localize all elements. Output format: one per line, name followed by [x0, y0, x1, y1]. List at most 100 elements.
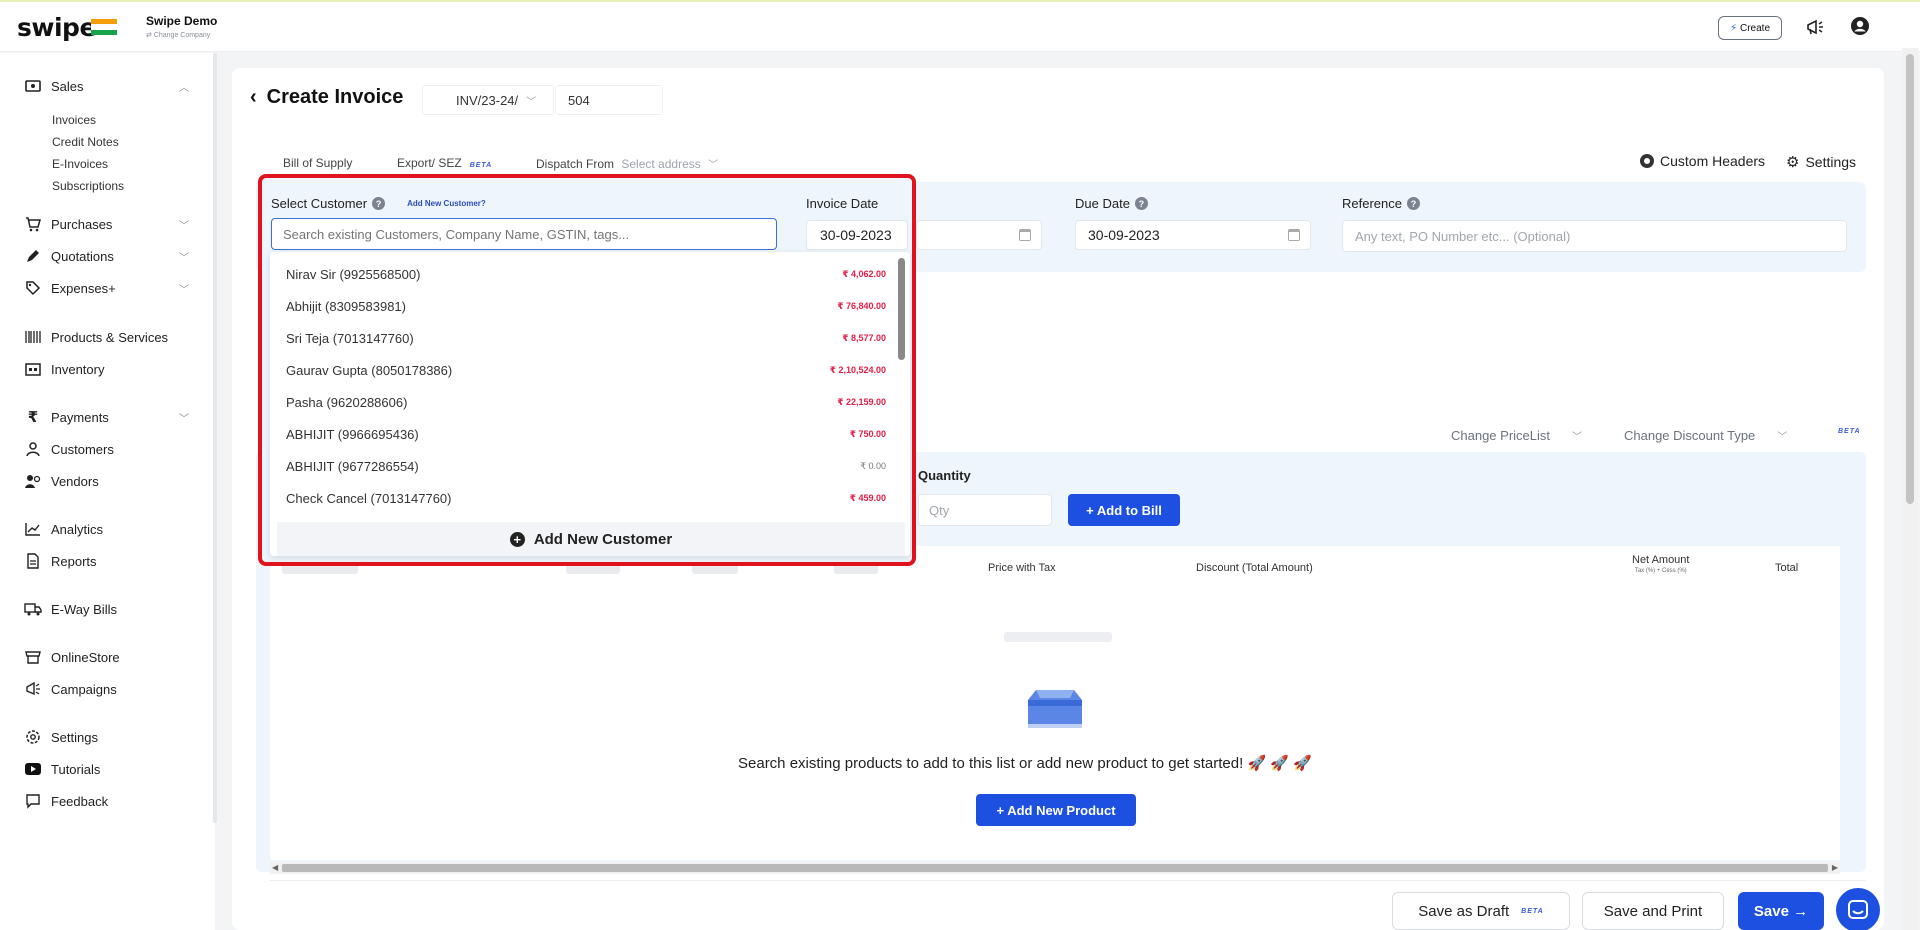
customer-option[interactable]: ABHIJIT (9677286554) ₹ 0.00: [286, 450, 886, 482]
scroll-right-icon[interactable]: ▶: [1832, 863, 1838, 872]
customer-dropdown-list: Nirav Sir (9925568500) ₹ 4,062.00 Abhiji…: [270, 252, 910, 556]
add-to-bill-button[interactable]: + Add to Bill: [1068, 494, 1180, 526]
back-chevron-icon[interactable]: ‹: [250, 86, 257, 109]
help-icon[interactable]: ?: [372, 197, 386, 210]
reference-input[interactable]: Any text, PO Number etc... (Optional): [1342, 220, 1847, 252]
add-new-customer-link[interactable]: Add New Customer?: [407, 199, 486, 208]
company-switcher[interactable]: Swipe Demo ⇄ Change Company: [146, 14, 217, 39]
customer-option[interactable]: Check Cancel (7013147760) ₹ 459.00: [286, 482, 886, 514]
quantity-input[interactable]: Qty: [918, 494, 1052, 526]
create-button-label: Create: [1740, 22, 1771, 34]
customer-option[interactable]: ABHIJIT (9966695436) ₹ 750.00: [286, 418, 886, 450]
invoice-date-field-overflow[interactable]: [916, 220, 1042, 250]
sidebar-scrollbar[interactable]: [213, 53, 217, 823]
chevron-down-icon: ﹀: [1777, 432, 1788, 443]
sidebar-item-label: Settings: [51, 729, 98, 745]
export-sez-toggle[interactable]: Export/ SEZ BETA: [397, 156, 492, 170]
invoice-date-input[interactable]: 30-09-2023: [806, 220, 908, 250]
sidebar-item-products[interactable]: Products & Services: [24, 327, 168, 347]
sidebar-item-customers[interactable]: Customers: [24, 439, 114, 459]
beta-badge: BETA: [1830, 428, 1861, 435]
customer-balance: ₹ 750.00: [849, 428, 886, 439]
beta-badge: BETA: [1521, 907, 1544, 915]
user-icon[interactable]: [1850, 16, 1870, 36]
sidebar-item-campaigns[interactable]: Campaigns: [24, 679, 117, 699]
customer-option[interactable]: Pasha (9620288606) ₹ 22,159.00: [286, 386, 886, 418]
help-icon[interactable]: ?: [1134, 197, 1148, 210]
sidebar-item-tutorials[interactable]: Tutorials: [24, 759, 100, 779]
col-total: Total: [1775, 562, 1799, 574]
change-discount-type-select[interactable]: Change Discount Type ﹀: [1624, 428, 1787, 443]
sidebar-item-sales[interactable]: Sales ︿: [24, 76, 189, 96]
sidebar-item-quotations[interactable]: Quotations ﹀: [24, 246, 189, 266]
sidebar-item-payments[interactable]: ₹ Payments ﹀: [24, 407, 189, 427]
chevron-down-icon[interactable]: ﹀: [179, 217, 189, 232]
sidebar-item-e-invoices[interactable]: E-Invoices: [52, 157, 108, 171]
custom-headers-link[interactable]: Custom Headers: [1640, 153, 1765, 169]
brand-logo[interactable]: swipe: [17, 13, 96, 42]
banknote-icon: [24, 77, 42, 95]
select-customer-label: Select Customer? Add New Customer?: [271, 196, 486, 211]
plus-circle-icon: [1640, 154, 1654, 168]
change-company-link[interactable]: ⇄ Change Company: [146, 31, 217, 39]
chevron-down-icon[interactable]: ﹀: [179, 410, 189, 425]
sidebar-item-credit-notes[interactable]: Credit Notes: [52, 135, 119, 149]
bolt-icon: ⚡: [1729, 22, 1737, 34]
page-vertical-scrollbar[interactable]: [1902, 48, 1918, 930]
customer-name: Abhijit (8309583981): [286, 298, 406, 314]
sidebar-item-eway-bills[interactable]: E-Way Bills: [24, 599, 117, 619]
sidebar-item-purchases[interactable]: Purchases ﹀: [24, 214, 189, 234]
sidebar-item-invoices[interactable]: Invoices: [52, 113, 96, 127]
beta-badge: BETA: [469, 162, 493, 169]
document-icon: [24, 552, 42, 570]
chevron-down-icon: ﹀: [708, 160, 719, 171]
due-date-value: 30-09-2023: [1088, 227, 1160, 243]
sidebar-item-expenses[interactable]: Expenses+ ﹀: [24, 278, 189, 298]
scrollbar-thumb[interactable]: [1906, 54, 1914, 504]
sidebar-item-settings[interactable]: Settings: [24, 727, 98, 747]
gear-icon: [24, 728, 42, 746]
add-new-customer-label: Add New Customer: [533, 530, 673, 548]
chevron-up-icon[interactable]: ︿: [179, 79, 189, 94]
invoice-number-input[interactable]: 504: [555, 85, 663, 115]
customer-search-input[interactable]: [271, 218, 777, 250]
save-and-print-button[interactable]: Save and Print: [1582, 892, 1724, 930]
sidebar-item-label: Feedback: [51, 793, 109, 809]
scroll-left-icon[interactable]: ◀: [272, 863, 278, 872]
bill-of-supply-toggle[interactable]: Bill of Supply: [283, 156, 352, 170]
help-icon[interactable]: ?: [1406, 197, 1420, 210]
save-as-draft-button[interactable]: Save as Draft BETA: [1392, 892, 1570, 930]
chat-widget[interactable]: [1836, 888, 1880, 930]
change-pricelist-select[interactable]: Change PriceList ﹀: [1451, 428, 1582, 443]
dispatch-from-select[interactable]: Dispatch From Select address ﹀: [536, 156, 718, 171]
sidebar-item-vendors[interactable]: Vendors: [24, 471, 99, 491]
megaphone-icon[interactable]: [1805, 18, 1825, 36]
sidebar-item-feedback[interactable]: Feedback: [24, 791, 108, 811]
add-new-customer-button[interactable]: + Add New Customer: [277, 522, 905, 556]
customer-option[interactable]: Nirav Sir (9925568500) ₹ 4,062.00: [286, 258, 886, 290]
sidebar-item-analytics[interactable]: Analytics: [24, 519, 103, 539]
col-net-amount: Net Amount Tax (%) + Cess (%): [1632, 554, 1689, 574]
chevron-down-icon[interactable]: ﹀: [179, 249, 189, 264]
sidebar-item-inventory[interactable]: Inventory: [24, 359, 104, 379]
scrollbar-thumb[interactable]: [282, 864, 1828, 872]
table-horizontal-scrollbar[interactable]: ◀ ▶: [270, 862, 1840, 874]
due-date-label: Due Date?: [1075, 196, 1148, 211]
customer-option[interactable]: Sri Teja (7013147760) ₹ 8,577.00: [286, 322, 886, 354]
sidebar-item-onlinestore[interactable]: OnlineStore: [24, 647, 120, 667]
settings-link[interactable]: ⚙ Settings: [1786, 153, 1856, 171]
customer-balance: ₹ 2,10,524.00: [829, 364, 886, 375]
dropdown-scrollbar-thumb[interactable]: [898, 258, 905, 360]
sidebar-item-reports[interactable]: Reports: [24, 551, 97, 571]
due-date-input[interactable]: 30-09-2023: [1075, 220, 1311, 250]
sidebar-item-label: E-Way Bills: [51, 601, 117, 617]
add-new-product-button[interactable]: + Add New Product: [976, 794, 1136, 826]
sidebar-item-subscriptions[interactable]: Subscriptions: [52, 179, 124, 193]
chevron-down-icon[interactable]: ﹀: [179, 281, 189, 296]
customer-name: Nirav Sir (9925568500): [286, 266, 421, 282]
customer-option[interactable]: Abhijit (8309583981) ₹ 76,840.00: [286, 290, 886, 322]
customer-option[interactable]: Gaurav Gupta (8050178386) ₹ 2,10,524.00: [286, 354, 886, 386]
save-button[interactable]: Save →: [1738, 892, 1824, 930]
invoice-prefix-select[interactable]: INV/23-24/ ﹀: [422, 85, 554, 115]
create-button[interactable]: ⚡ Create: [1718, 16, 1782, 40]
